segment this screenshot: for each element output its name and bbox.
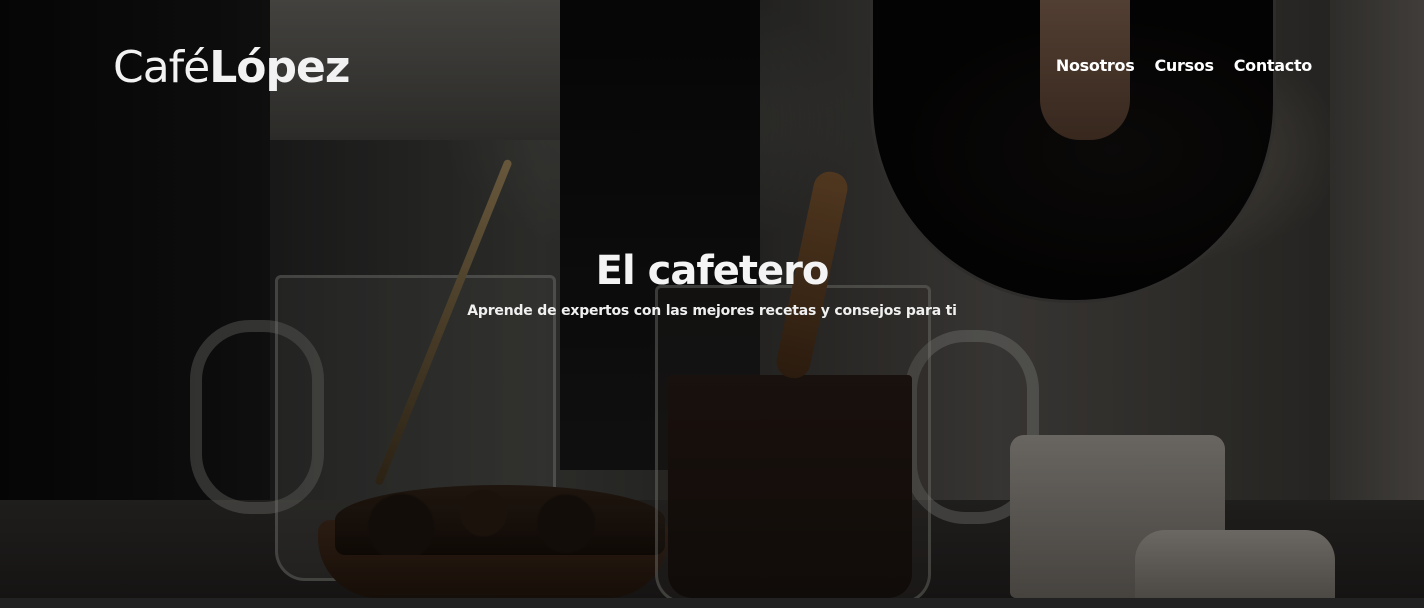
nav-link-nosotros[interactable]: Nosotros (1056, 56, 1135, 75)
main-navigation: Nosotros Cursos Contacto (1056, 56, 1312, 75)
site-logo[interactable]: CaféLópez (113, 40, 350, 96)
bottom-bar (0, 598, 1424, 608)
hero-title: El cafetero (595, 248, 830, 294)
nav-link-cursos[interactable]: Cursos (1154, 56, 1214, 75)
nav-link-contacto[interactable]: Contacto (1234, 56, 1313, 75)
hero-subtitle: Aprende de expertos con las mejores rece… (467, 303, 957, 319)
logo-text-bold: López (209, 42, 350, 93)
logo-text-light: Café (113, 42, 210, 93)
hero-section: CaféLópez Nosotros Cursos Contacto El ca… (0, 0, 1424, 598)
